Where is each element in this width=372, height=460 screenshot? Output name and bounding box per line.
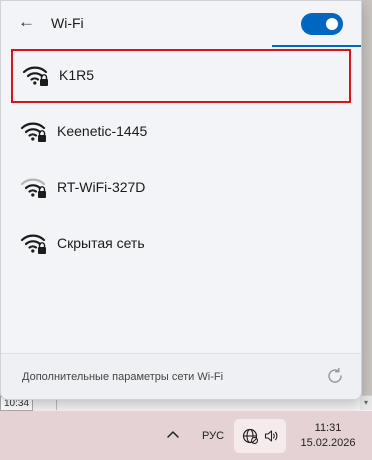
background-scroll-arrow: ▾ <box>360 396 372 410</box>
network-item-k1r5[interactable]: K1R5 <box>11 49 351 103</box>
clock-time: 11:31 <box>314 422 342 434</box>
wifi-header: ← Wi-Fi <box>1 1 361 47</box>
network-name: RT-WiFi-327D <box>57 179 146 195</box>
back-arrow-icon[interactable]: ← <box>18 12 35 32</box>
wifi-signal-secured-icon <box>20 234 46 254</box>
network-name: K1R5 <box>59 67 95 83</box>
wifi-footer: Дополнительные параметры сети Wi-Fi <box>1 353 361 399</box>
wifi-toggle[interactable] <box>301 13 343 35</box>
taskbar: РУС 11:31 15.02.2026 <box>0 411 372 460</box>
network-item-hidden-network[interactable]: Скрытая сеть <box>11 219 351 269</box>
toggle-knob <box>326 18 338 30</box>
wifi-flyout: ← Wi-Fi K1R5 Keenetic-1445 RT-WiFi-327D … <box>0 0 362 400</box>
clock-date: 15.02.2026 <box>300 437 356 449</box>
network-name: Keenetic-1445 <box>57 123 148 139</box>
toggle-focus-underline <box>272 45 361 47</box>
wifi-signal-weak-secured-icon <box>20 178 46 198</box>
more-wifi-settings-link[interactable]: Дополнительные параметры сети Wi-Fi <box>22 371 223 383</box>
network-name: Скрытая сеть <box>57 235 145 251</box>
wifi-signal-secured-icon <box>20 122 46 142</box>
speaker-icon <box>264 430 278 442</box>
chevron-up-icon[interactable] <box>166 427 180 441</box>
network-volume-tray-button[interactable] <box>234 419 286 453</box>
refresh-icon[interactable] <box>326 367 344 385</box>
taskbar-clock[interactable]: 11:31 15.02.2026 <box>298 421 358 451</box>
network-item-keenetic-1445[interactable]: Keenetic-1445 <box>11 107 351 157</box>
page-title: Wi-Fi <box>51 15 84 31</box>
language-indicator[interactable]: РУС <box>202 430 224 442</box>
globe-icon <box>242 428 258 444</box>
network-item-rt-wifi-327d[interactable]: RT-WiFi-327D <box>11 163 351 213</box>
wifi-signal-secured-icon <box>22 66 48 86</box>
